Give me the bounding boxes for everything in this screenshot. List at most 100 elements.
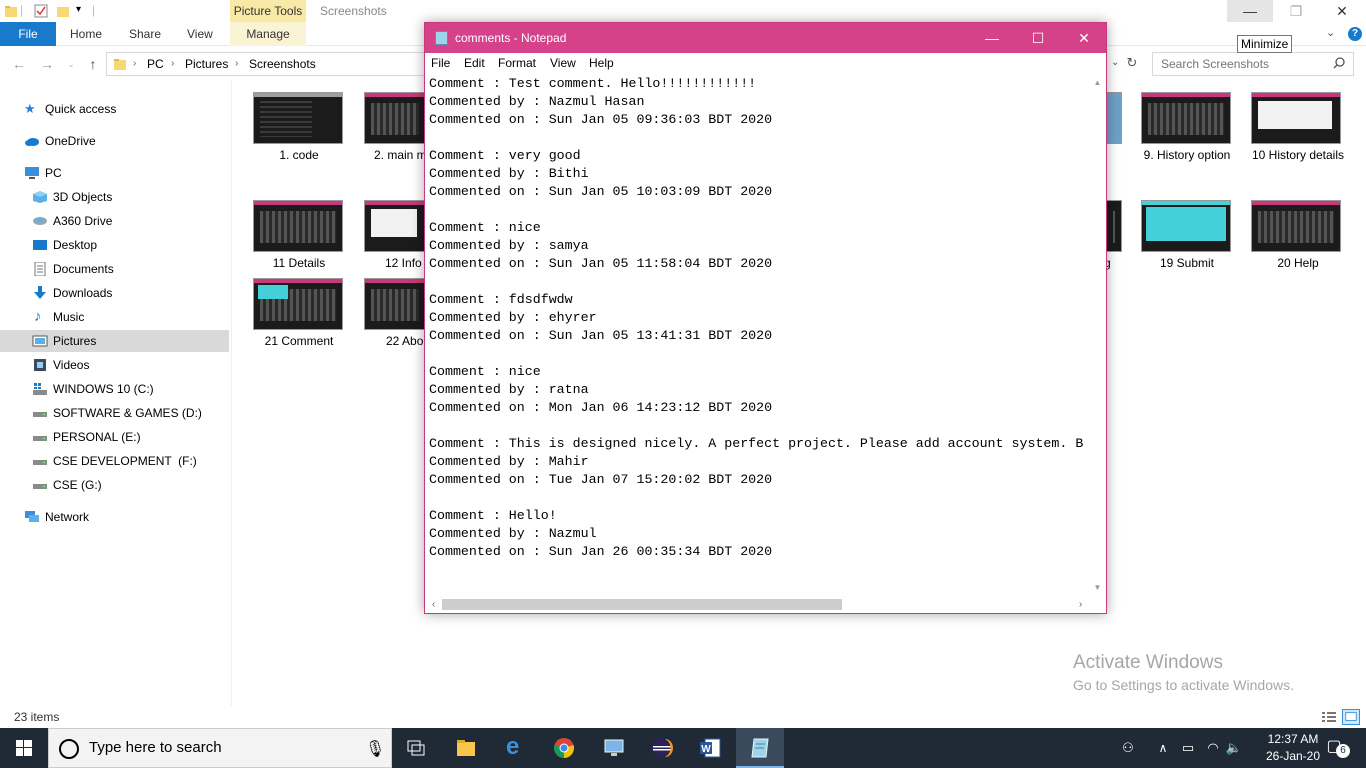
notepad-minimize-button[interactable]: — (969, 23, 1015, 53)
file-label[interactable]: 21 Comment (244, 334, 354, 348)
battery-icon[interactable]: ▭ (1178, 728, 1198, 768)
vertical-scrollbar[interactable]: ▲ ▼ (1089, 74, 1106, 596)
minimize-button[interactable]: — (1227, 0, 1273, 22)
horizontal-scrollbar[interactable]: ‹ › (425, 596, 1089, 613)
sidebar-item-desktop[interactable]: Desktop (30, 234, 230, 256)
volume-icon[interactable]: 🔈 (1224, 728, 1244, 768)
menu-help[interactable]: Help (589, 53, 614, 73)
taskbar-word[interactable]: W (686, 728, 734, 768)
folder-icon[interactable] (4, 4, 18, 18)
breadcrumb-pc[interactable]: PC (147, 53, 164, 75)
text-line[interactable]: Commented by : Nazmul (429, 525, 1089, 543)
text-line[interactable] (429, 489, 1089, 507)
text-line[interactable]: Commented on : Sun Jan 26 00:35:34 BDT 2… (429, 543, 1089, 561)
sidebar-item-drive-c[interactable]: WINDOWS 10 (C:) (30, 378, 230, 400)
text-line[interactable]: Commented on : Mon Jan 06 14:23:12 BDT 2… (429, 399, 1089, 417)
text-line[interactable]: Commented on : Tue Jan 07 15:20:02 BDT 2… (429, 471, 1089, 489)
recent-locations-icon[interactable]: ⌄ (62, 54, 80, 74)
text-line[interactable]: Commented on : Sun Jan 05 10:03:09 BDT 2… (429, 183, 1089, 201)
up-button[interactable]: ↑ (84, 54, 102, 74)
text-line[interactable] (429, 417, 1089, 435)
help-icon[interactable]: ? (1348, 27, 1362, 41)
file-thumbnail[interactable] (253, 278, 343, 330)
taskbar-eclipse[interactable] (638, 728, 686, 768)
text-line[interactable] (429, 201, 1089, 219)
address-dropdown-icon[interactable]: ⌄ (1111, 57, 1119, 68)
sidebar-item-quick-access[interactable]: ★ Quick access (22, 98, 222, 120)
scroll-right-icon[interactable]: › (1072, 596, 1089, 613)
file-thumbnail[interactable] (1106, 200, 1122, 252)
tab-manage[interactable]: Manage (230, 22, 306, 46)
text-line[interactable]: Commented by : Bithi (429, 165, 1089, 183)
wifi-icon[interactable]: ◠ (1202, 728, 1224, 768)
close-button[interactable]: ✕ (1319, 0, 1365, 22)
notepad-maximize-button[interactable]: ☐ (1015, 23, 1061, 53)
text-line[interactable]: Commented by : Nazmul Hasan (429, 93, 1089, 111)
scroll-down-icon[interactable]: ▼ (1089, 579, 1106, 596)
properties-icon[interactable] (34, 4, 48, 18)
horizontal-scroll-thumb[interactable] (442, 599, 842, 610)
text-line[interactable] (429, 345, 1089, 363)
sidebar-item-drive-f[interactable]: CSE DEVELOPMENT (F:) (30, 450, 230, 472)
search-icon[interactable] (1333, 57, 1345, 69)
file-label[interactable]: 19 Submit (1132, 256, 1242, 270)
file-label[interactable]: 22 Abo (364, 334, 426, 348)
text-line[interactable] (429, 273, 1089, 291)
notepad-text-area[interactable]: Comment : Test comment. Hello!!!!!!!!!!!… (429, 75, 1089, 595)
text-line[interactable]: Comment : Hello! (429, 507, 1089, 525)
scroll-left-icon[interactable]: ‹ (425, 596, 442, 613)
taskbar-remote-desktop[interactable] (590, 728, 638, 768)
microphone-icon[interactable]: 🎙 (365, 739, 385, 759)
text-line[interactable]: Commented by : ratna (429, 381, 1089, 399)
menu-view[interactable]: View (550, 53, 576, 73)
details-view-icon[interactable] (1320, 709, 1338, 725)
expand-ribbon-icon[interactable]: ⌄ (1326, 26, 1335, 39)
text-line[interactable] (429, 129, 1089, 147)
taskbar-clock[interactable]: 12:37 AM 26-Jan-20 (1265, 731, 1321, 765)
taskbar-edge[interactable]: e (492, 728, 540, 768)
tab-view[interactable]: View (187, 22, 213, 46)
taskbar-file-explorer[interactable] (442, 728, 490, 768)
file-label[interactable]: 11 Details (244, 256, 354, 270)
breadcrumb-pictures[interactable]: Pictures (185, 53, 228, 75)
sidebar-item-3d-objects[interactable]: 3D Objects (30, 186, 230, 208)
taskbar-notepad[interactable] (736, 728, 784, 768)
sidebar-item-drive-g[interactable]: CSE (G:) (30, 474, 230, 496)
forward-button[interactable]: → (38, 54, 56, 74)
show-hidden-icons-icon[interactable]: ∧ (1154, 728, 1172, 768)
new-folder-icon[interactable] (56, 4, 70, 18)
file-label[interactable]: 1. code (244, 148, 354, 162)
sidebar-item-downloads[interactable]: Downloads (30, 282, 230, 304)
start-button[interactable] (0, 728, 48, 768)
sidebar-item-drive-d[interactable]: SOFTWARE & GAMES (D:) (30, 402, 230, 424)
text-line[interactable]: Comment : This is designed nicely. A per… (429, 435, 1089, 453)
text-line[interactable]: Commented by : ehyrer (429, 309, 1089, 327)
large-icons-view-icon[interactable] (1342, 709, 1360, 725)
file-label[interactable]: 12 Info (364, 256, 426, 270)
file-label[interactable]: 10 History details (1243, 148, 1353, 162)
text-line[interactable]: Commented on : Sun Jan 05 09:36:03 BDT 2… (429, 111, 1089, 129)
file-thumbnail[interactable] (364, 92, 426, 144)
sidebar-item-pc[interactable]: PC (22, 162, 222, 184)
taskbar-chrome[interactable] (540, 728, 588, 768)
file-thumbnail[interactable] (364, 278, 426, 330)
file-thumbnail[interactable] (253, 92, 343, 144)
file-label[interactable]: 9. History option (1132, 148, 1242, 162)
text-line[interactable]: Comment : nice (429, 363, 1089, 381)
notepad-icon[interactable] (435, 31, 448, 45)
tab-home[interactable]: Home (70, 22, 102, 46)
file-thumbnail[interactable] (253, 200, 343, 252)
tab-file[interactable]: File (0, 22, 56, 46)
people-icon[interactable]: ⚇ (1118, 728, 1138, 768)
notepad-close-button[interactable]: ✕ (1061, 23, 1107, 53)
menu-edit[interactable]: Edit (464, 53, 485, 73)
file-label[interactable]: 2. main m (364, 148, 426, 162)
notepad-titlebar[interactable]: comments - Notepad — ☐ ✕ (425, 23, 1106, 53)
customize-qat-icon[interactable]: ▾ (76, 4, 81, 15)
file-thumbnail[interactable] (1251, 92, 1341, 144)
text-line[interactable]: Comment : Test comment. Hello!!!!!!!!!!!… (429, 75, 1089, 93)
menu-file[interactable]: File (431, 53, 450, 73)
search-box[interactable] (1152, 52, 1354, 76)
breadcrumb-screenshots[interactable]: Screenshots (249, 53, 316, 75)
task-view-button[interactable] (392, 728, 440, 768)
